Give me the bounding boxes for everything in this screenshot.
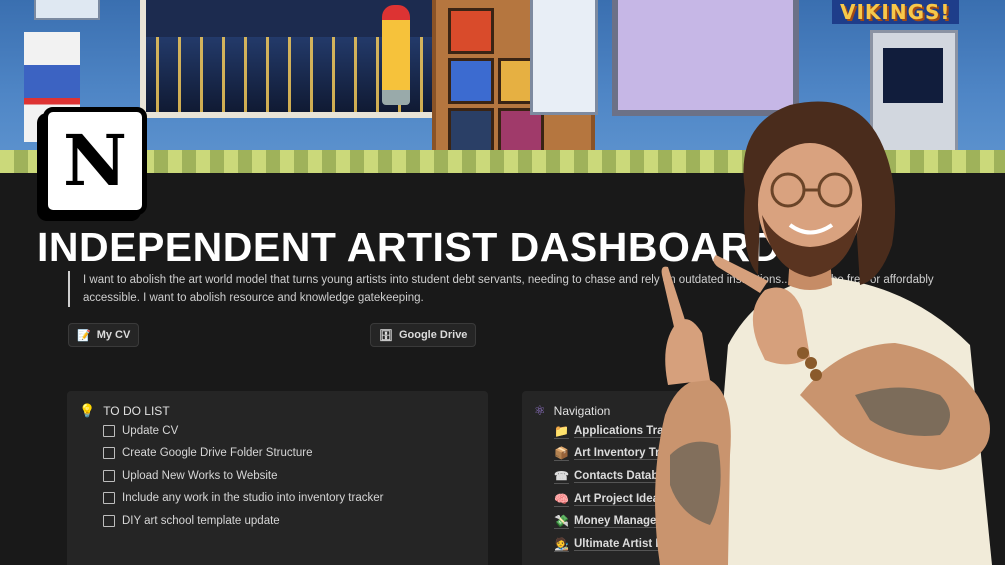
todo-item[interactable]: Include any work in the studio into inve… <box>103 492 383 504</box>
dashboard-thumbnail: VIKINGS! N INDEPENDENT ARTIST DASHBOARD … <box>0 0 1005 565</box>
folder-icon: 📁 <box>554 424 569 438</box>
money-icon: 💸 <box>554 514 569 528</box>
notion-logo-letter: N <box>63 119 127 202</box>
cover-vikings-sign: VIKINGS! <box>832 0 959 24</box>
todo-checkbox[interactable] <box>103 515 115 527</box>
artist-icon: 🧑‍🎨 <box>554 537 569 551</box>
todo-heading-label: TO DO LIST <box>103 404 170 418</box>
cabinet-icon: 🗄 <box>379 329 393 342</box>
todo-item-label: Include any work in the studio into inve… <box>122 492 384 504</box>
todo-checkbox[interactable] <box>103 447 115 459</box>
cover-lightbox <box>34 0 100 20</box>
cover-lava-lamp <box>382 5 410 105</box>
google-drive-link[interactable]: 🗄 Google Drive <box>370 323 477 347</box>
todo-checkbox[interactable] <box>103 492 115 504</box>
atom-icon: ⚛ <box>534 403 546 418</box>
presenter-photo <box>655 101 992 565</box>
todo-item[interactable]: Update CV <box>103 425 178 437</box>
todo-card: 💡 TO DO LIST Update CV Create Google Dri… <box>67 391 488 565</box>
lightbulb-icon: 💡 <box>79 403 96 418</box>
navigation-heading: ⚛ Navigation <box>534 403 610 419</box>
cover-side-panel <box>530 0 598 115</box>
todo-heading: 💡 TO DO LIST <box>79 403 170 419</box>
phone-icon: ☎ <box>554 469 569 483</box>
my-cv-label: My CV <box>96 329 131 341</box>
google-drive-label: Google Drive <box>398 329 468 341</box>
my-cv-link[interactable]: 📝 My CV <box>68 323 140 347</box>
todo-checkbox[interactable] <box>103 470 115 482</box>
brain-icon: 🧠 <box>554 492 569 506</box>
todo-checkbox[interactable] <box>103 425 115 437</box>
todo-item-label: Update CV <box>122 425 179 437</box>
todo-item[interactable]: Create Google Drive Folder Structure <box>103 447 312 459</box>
todo-item[interactable]: DIY art school template update <box>103 515 280 527</box>
todo-item-label: DIY art school template update <box>122 515 280 527</box>
todo-item[interactable]: Upload New Works to Website <box>103 470 278 482</box>
todo-item-label: Create Google Drive Folder Structure <box>122 447 313 459</box>
notion-logo: N <box>43 107 147 215</box>
navigation-heading-label: Navigation <box>553 404 611 418</box>
box-icon: 📦 <box>554 446 569 460</box>
memo-icon: 📝 <box>77 329 91 342</box>
todo-item-label: Upload New Works to Website <box>122 470 278 482</box>
